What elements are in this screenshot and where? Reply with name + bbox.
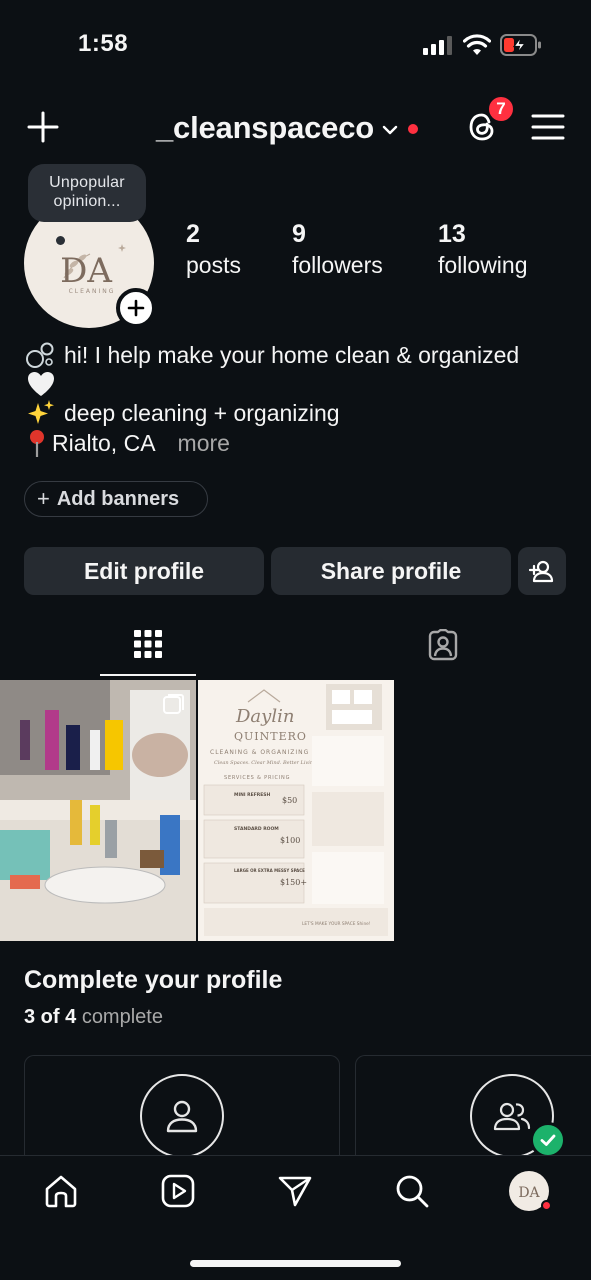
home-icon: [45, 1175, 77, 1208]
tagged-person-icon: [428, 629, 458, 661]
add-banners-label: Add banners: [56, 487, 180, 510]
nav-search-button[interactable]: [394, 1173, 430, 1209]
sparkles-emoji: [26, 399, 56, 427]
stat-label: followers: [292, 252, 383, 278]
stat-label: posts: [186, 252, 241, 278]
svg-text:CLEANING: CLEANING: [69, 288, 116, 295]
bio-line-2: deep cleaning + organizing: [64, 400, 340, 426]
nav-messages-button[interactable]: [277, 1173, 313, 1209]
svg-text:Clean Spaces. Clear Mind. Bett: Clean Spaces. Clear Mind. Better Living.: [214, 760, 318, 766]
tab-posts-grid[interactable]: [100, 620, 196, 676]
svg-text:QUINTERO: QUINTERO: [234, 730, 307, 743]
svg-text:CLEANING & ORGANIZING: CLEANING & ORGANIZING: [210, 749, 309, 756]
add-banners-button[interactable]: + Add banners: [24, 481, 208, 517]
svg-text:STANDARD ROOM: STANDARD ROOM: [234, 826, 279, 832]
send-icon: [278, 1176, 312, 1207]
reels-icon: [161, 1174, 195, 1208]
carousel-icon: [163, 694, 184, 714]
svg-text:Daylin: Daylin: [235, 706, 294, 727]
followers-count[interactable]: 9 followers: [292, 219, 383, 281]
status-time: 1:58: [78, 30, 129, 57]
plus-icon: [127, 299, 145, 317]
bio-line-1: hi! I help make your home clean & organi…: [64, 342, 520, 368]
stat-value: 2: [186, 220, 200, 248]
tab-tagged[interactable]: [395, 620, 491, 676]
progress-label: complete: [81, 1006, 163, 1028]
profile-note-bubble[interactable]: Unpopular opinion...: [28, 164, 146, 222]
stat-label: following: [438, 252, 528, 278]
progress-count: 3 of 4: [24, 1006, 77, 1028]
add-person-icon: [529, 560, 554, 583]
svg-text:SERVICES & PRICING: SERVICES & PRICING: [224, 775, 290, 781]
profile-bio: hi! I help make your home clean & organi…: [26, 340, 571, 458]
discover-people-button[interactable]: [518, 547, 566, 595]
following-count[interactable]: 13 following: [438, 219, 528, 281]
add-story-button[interactable]: [116, 288, 156, 328]
create-post-button[interactable]: [26, 110, 60, 144]
nav-reels-button[interactable]: [160, 1173, 196, 1209]
complete-profile-title: Complete your profile: [24, 966, 283, 994]
plus-icon: [27, 111, 59, 143]
svg-text:$150+: $150+: [280, 878, 307, 887]
home-indicator: [190, 1260, 401, 1267]
account-switcher[interactable]: _cleanspaceco: [156, 108, 418, 148]
posts-count[interactable]: 2 posts: [186, 219, 241, 281]
share-profile-button[interactable]: Share profile: [271, 547, 511, 595]
menu-button[interactable]: [531, 112, 565, 142]
cellular-signal-icon: [423, 35, 453, 55]
new-activity-dot: [408, 124, 418, 134]
stat-value: 13: [438, 220, 466, 248]
flyer-image: Daylin QUINTERO CLEANING & ORGANIZING Cl…: [198, 680, 394, 941]
bathroom-photo-image: [0, 680, 196, 941]
notification-badge: 7: [487, 95, 515, 123]
post-thumbnail[interactable]: [0, 680, 196, 941]
profile-alert-dot: [541, 1200, 552, 1211]
plus-icon: +: [37, 486, 50, 511]
post-thumbnail[interactable]: Daylin QUINTERO CLEANING & ORGANIZING Cl…: [198, 680, 394, 941]
note-bubble-tail: [56, 236, 65, 245]
chevron-down-icon: [382, 124, 398, 136]
svg-text:$50: $50: [282, 796, 297, 805]
username: _cleanspaceco: [156, 110, 374, 145]
battery-charging-icon: [500, 34, 542, 56]
hamburger-menu-icon: [531, 114, 565, 140]
add-bio-task: [140, 1074, 224, 1158]
wifi-icon: [463, 34, 491, 56]
bubbles-emoji: [26, 341, 56, 369]
person-icon: [166, 1100, 198, 1133]
location-pin-icon: [26, 428, 48, 458]
people-icon: [493, 1102, 531, 1131]
svg-text:MINI REFRESH: MINI REFRESH: [234, 792, 271, 798]
bio-location: Rialto, CA: [52, 430, 156, 456]
edit-profile-button[interactable]: Edit profile: [24, 547, 264, 595]
svg-text:LARGE OR EXTRA MESSY SPACE: LARGE OR EXTRA MESSY SPACE: [234, 868, 305, 873]
svg-text:$100: $100: [280, 836, 300, 845]
search-icon: [396, 1175, 429, 1208]
svg-text:DA: DA: [60, 251, 112, 291]
svg-text:DA: DA: [518, 1185, 540, 1201]
nav-home-button[interactable]: [43, 1173, 79, 1209]
bio-more-link[interactable]: more: [178, 428, 230, 458]
svg-text:LET'S MAKE YOUR SPACE Shine!: LET'S MAKE YOUR SPACE Shine!: [302, 921, 371, 927]
completed-check-icon: [530, 1122, 566, 1158]
complete-profile-progress: 3 of 4 complete: [24, 1006, 163, 1029]
stat-value: 9: [292, 220, 306, 248]
grid-icon: [134, 630, 162, 658]
white-heart-emoji: [26, 370, 56, 398]
